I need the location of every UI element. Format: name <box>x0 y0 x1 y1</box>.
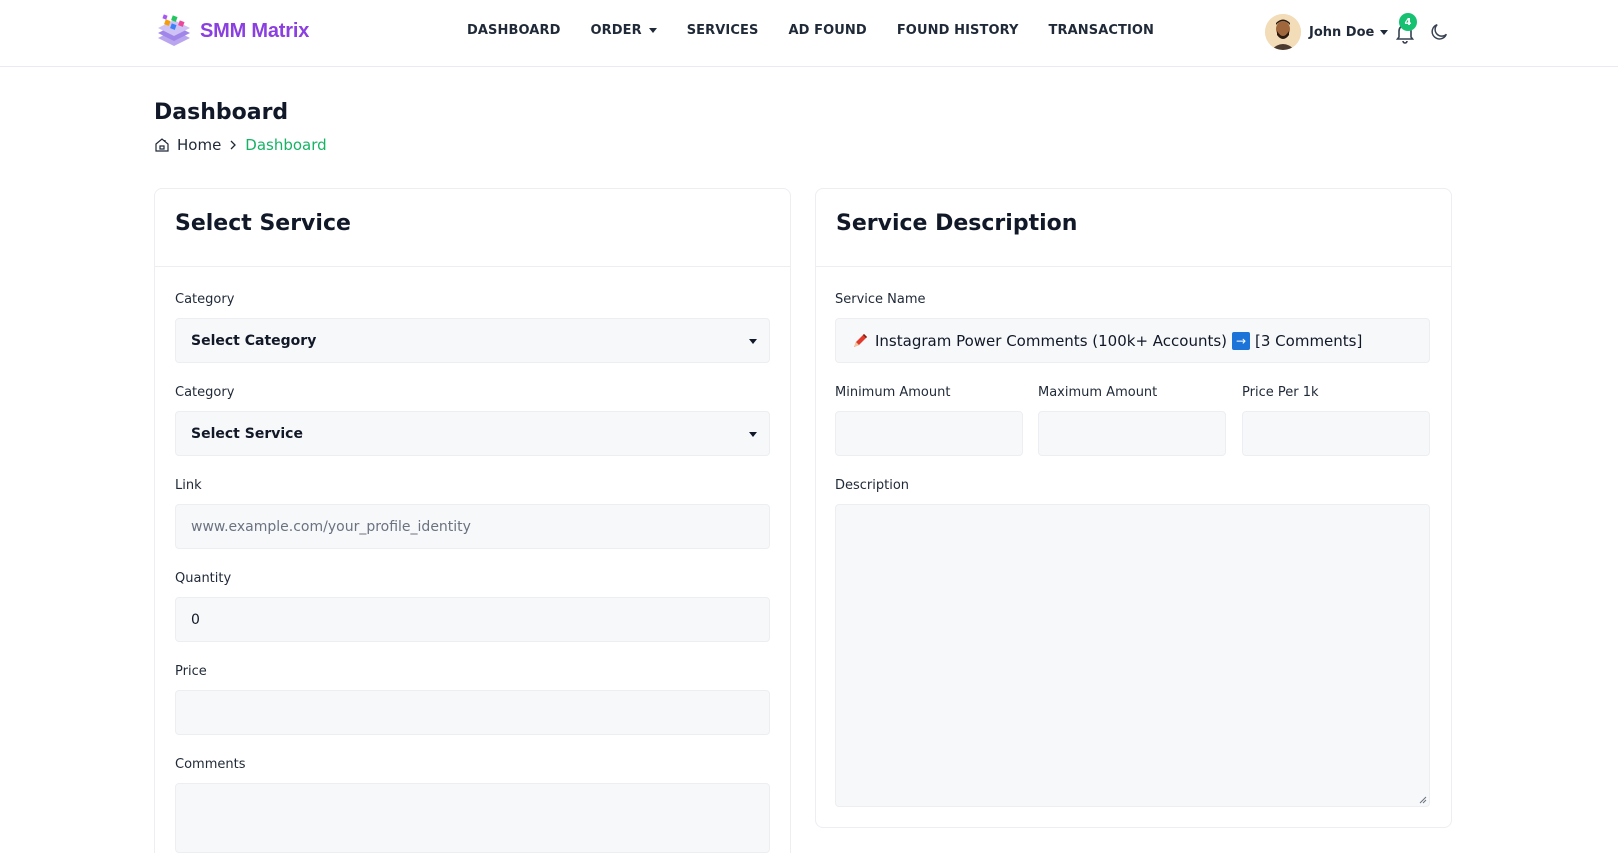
link-input[interactable]: www.example.com/your_profile_identity <box>175 504 770 549</box>
quantity-label: Quantity <box>175 571 232 586</box>
price-label: Price <box>175 664 207 679</box>
breadcrumb-home[interactable]: Home <box>177 136 221 154</box>
nav-ad-found[interactable]: AD FOUND <box>788 23 866 38</box>
nav-found-history[interactable]: FOUND HISTORY <box>897 23 1019 38</box>
description-textarea[interactable] <box>835 504 1430 807</box>
card-title: Select Service <box>175 211 351 236</box>
logo-icon <box>158 14 190 46</box>
card-header: Service Description <box>816 189 1451 267</box>
service-label: Category <box>175 385 235 400</box>
price-per-1k-input[interactable] <box>1242 411 1430 456</box>
price-input[interactable] <box>175 690 770 735</box>
nav-dashboard[interactable]: DASHBOARD <box>467 23 560 38</box>
max-amount-input[interactable] <box>1038 411 1226 456</box>
comments-label: Comments <box>175 757 246 772</box>
category-label: Category <box>175 292 235 307</box>
link-placeholder: www.example.com/your_profile_identity <box>191 518 471 535</box>
category-select-value: Select Category <box>191 332 317 349</box>
quantity-input[interactable]: 0 <box>175 597 770 642</box>
nav-transaction[interactable]: TRANSACTION <box>1049 23 1155 38</box>
min-amount-input[interactable] <box>835 411 1023 456</box>
card-title: Service Description <box>836 211 1078 236</box>
page-title: Dashboard <box>154 100 289 125</box>
nav-services[interactable]: SERVICES <box>687 23 759 38</box>
breadcrumb-current: Dashboard <box>245 136 327 154</box>
brand-logo[interactable]: SMM Matrix <box>154 12 309 50</box>
chevron-down-icon <box>1380 29 1389 35</box>
arrow-right-icon: → <box>1232 331 1251 350</box>
nav-order[interactable]: ORDER <box>590 23 657 38</box>
avatar <box>1265 14 1301 50</box>
min-amount-label: Minimum Amount <box>835 385 951 400</box>
card-header: Select Service <box>155 189 790 267</box>
moon-icon[interactable] <box>1428 21 1450 43</box>
service-name-label: Service Name <box>835 292 926 307</box>
chevron-down-icon <box>749 432 757 437</box>
service-name-suffix: [3 Comments] <box>1255 331 1363 350</box>
main-nav: DASHBOARD ORDER SERVICES AD FOUND FOUND … <box>467 23 1154 38</box>
notification-badge: 4 <box>1399 13 1417 31</box>
home-icon <box>155 138 169 152</box>
breadcrumb: Home Dashboard <box>154 136 327 154</box>
user-name: John Doe <box>1309 24 1375 40</box>
chevron-right-icon <box>230 140 237 150</box>
chevron-down-icon <box>648 28 657 33</box>
quantity-value: 0 <box>191 611 200 628</box>
brand-name: SMM Matrix <box>200 19 310 42</box>
chevron-down-icon <box>749 339 757 344</box>
comments-textarea[interactable] <box>175 783 770 853</box>
top-header: SMM Matrix DASHBOARD ORDER SERVICES AD F… <box>0 0 1618 67</box>
pencil-icon <box>854 333 867 347</box>
service-select[interactable]: Select Service <box>175 411 770 456</box>
link-label: Link <box>175 478 202 493</box>
description-label: Description <box>835 478 910 493</box>
service-select-value: Select Service <box>191 425 303 442</box>
price-per-1k-label: Price Per 1k <box>1242 385 1319 400</box>
user-menu[interactable]: John Doe <box>1265 14 1389 50</box>
service-name-text: Instagram Power Comments (100k+ Accounts… <box>875 331 1228 350</box>
category-select[interactable]: Select Category <box>175 318 770 363</box>
max-amount-label: Maximum Amount <box>1038 385 1158 400</box>
service-name-field[interactable]: Instagram Power Comments (100k+ Accounts… <box>835 318 1430 363</box>
resize-handle-icon[interactable] <box>1417 794 1427 804</box>
